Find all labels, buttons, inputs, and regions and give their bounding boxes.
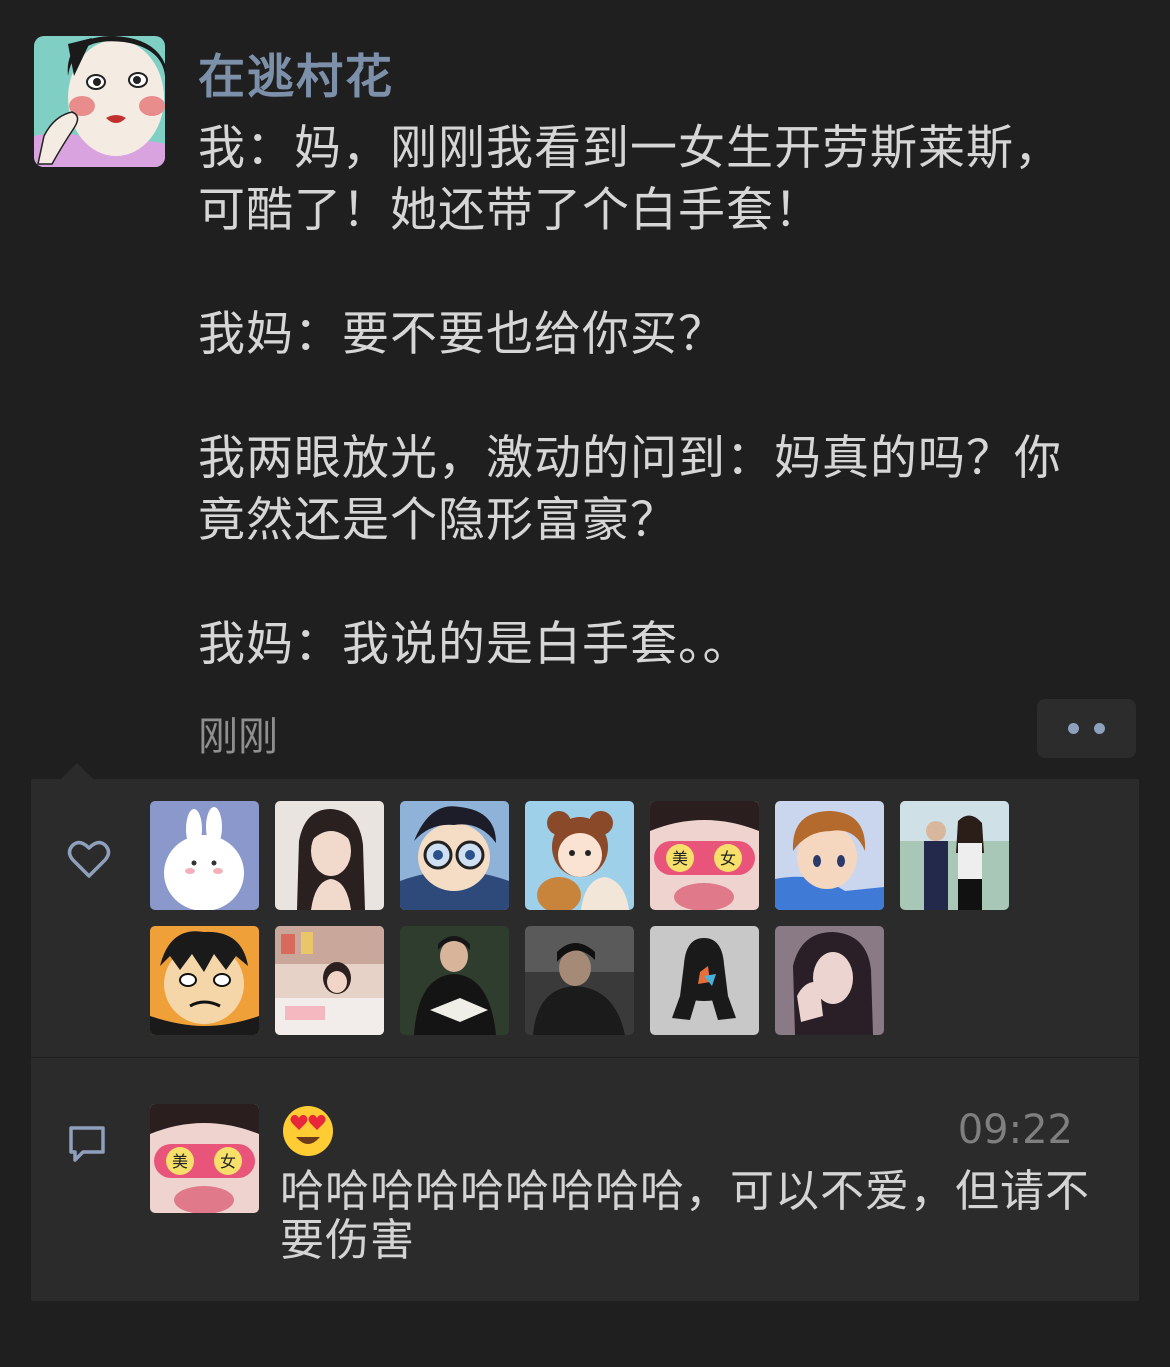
- svg-text:女: 女: [720, 849, 736, 868]
- svg-text:女: 女: [220, 1152, 236, 1171]
- liker-avatar-hooded-figure[interactable]: [650, 926, 759, 1035]
- post-author-name[interactable]: 在逃村花: [198, 38, 394, 107]
- heart-outline-icon: [67, 840, 111, 878]
- liker-avatar-bunny[interactable]: [150, 801, 259, 910]
- liker-avatar-man-dark-photo[interactable]: [525, 926, 634, 1035]
- liker-avatar-couple-photo[interactable]: [900, 801, 1009, 910]
- liker-avatar-anime-pirate[interactable]: [150, 926, 259, 1035]
- liker-avatar-man-reading-book[interactable]: [400, 926, 509, 1035]
- liker-avatar-girl-reading-desk[interactable]: [275, 926, 384, 1035]
- svg-text:美: 美: [672, 849, 688, 868]
- more-dot-icon: [1094, 723, 1105, 734]
- author-avatar[interactable]: [34, 36, 165, 167]
- svg-text:美: 美: [172, 1152, 188, 1171]
- likes-comments-panel: 美 女 美 女 09:22 哈哈哈哈哈哈哈哈哈，可以不爱，但请不要伤害: [31, 779, 1139, 1301]
- liker-avatar-girl-selfie[interactable]: [775, 926, 884, 1035]
- panel-divider: [31, 1057, 1139, 1058]
- post-paragraph: 我两眼放光，激动的问到：妈真的吗？你竟然还是个隐形富豪？: [198, 431, 1062, 548]
- post-paragraph: 我妈：要不要也给你买？: [198, 307, 726, 362]
- liker-avatar-girl-long-hair[interactable]: [275, 801, 384, 910]
- panel-pointer: [61, 763, 93, 779]
- liker-avatar-cartoon-girl-bear[interactable]: [525, 801, 634, 910]
- comment-timestamp: 09:22: [957, 1107, 1073, 1153]
- liker-avatar-anime-boy-blue[interactable]: [775, 801, 884, 910]
- post-paragraph: 我妈：我说的是白手套。。: [198, 617, 751, 672]
- commenter-avatar[interactable]: 美 女: [150, 1104, 259, 1213]
- liker-avatar-anime-boy-glasses[interactable]: [400, 801, 509, 910]
- comment-text: 哈哈哈哈哈哈哈哈哈，可以不爱，但请不要伤害: [280, 1166, 1090, 1266]
- more-dot-icon: [1068, 723, 1079, 734]
- post-paragraph: 我：妈，刚刚我看到一女生开劳斯莱斯，可酷了！她还带了个白手套！: [198, 121, 1062, 238]
- more-options-button[interactable]: [1037, 699, 1136, 758]
- liker-avatar-girl-pink-glasses[interactable]: 美 女: [650, 801, 759, 910]
- heart-eyes-emoji: [283, 1106, 333, 1156]
- comment-bubble-icon: [69, 1126, 105, 1162]
- post-timestamp: 刚刚: [198, 714, 278, 760]
- post-content: 我：妈，刚刚我看到一女生开劳斯莱斯，可酷了！她还带了个白手套！ 我妈：要不要也给…: [198, 118, 1098, 676]
